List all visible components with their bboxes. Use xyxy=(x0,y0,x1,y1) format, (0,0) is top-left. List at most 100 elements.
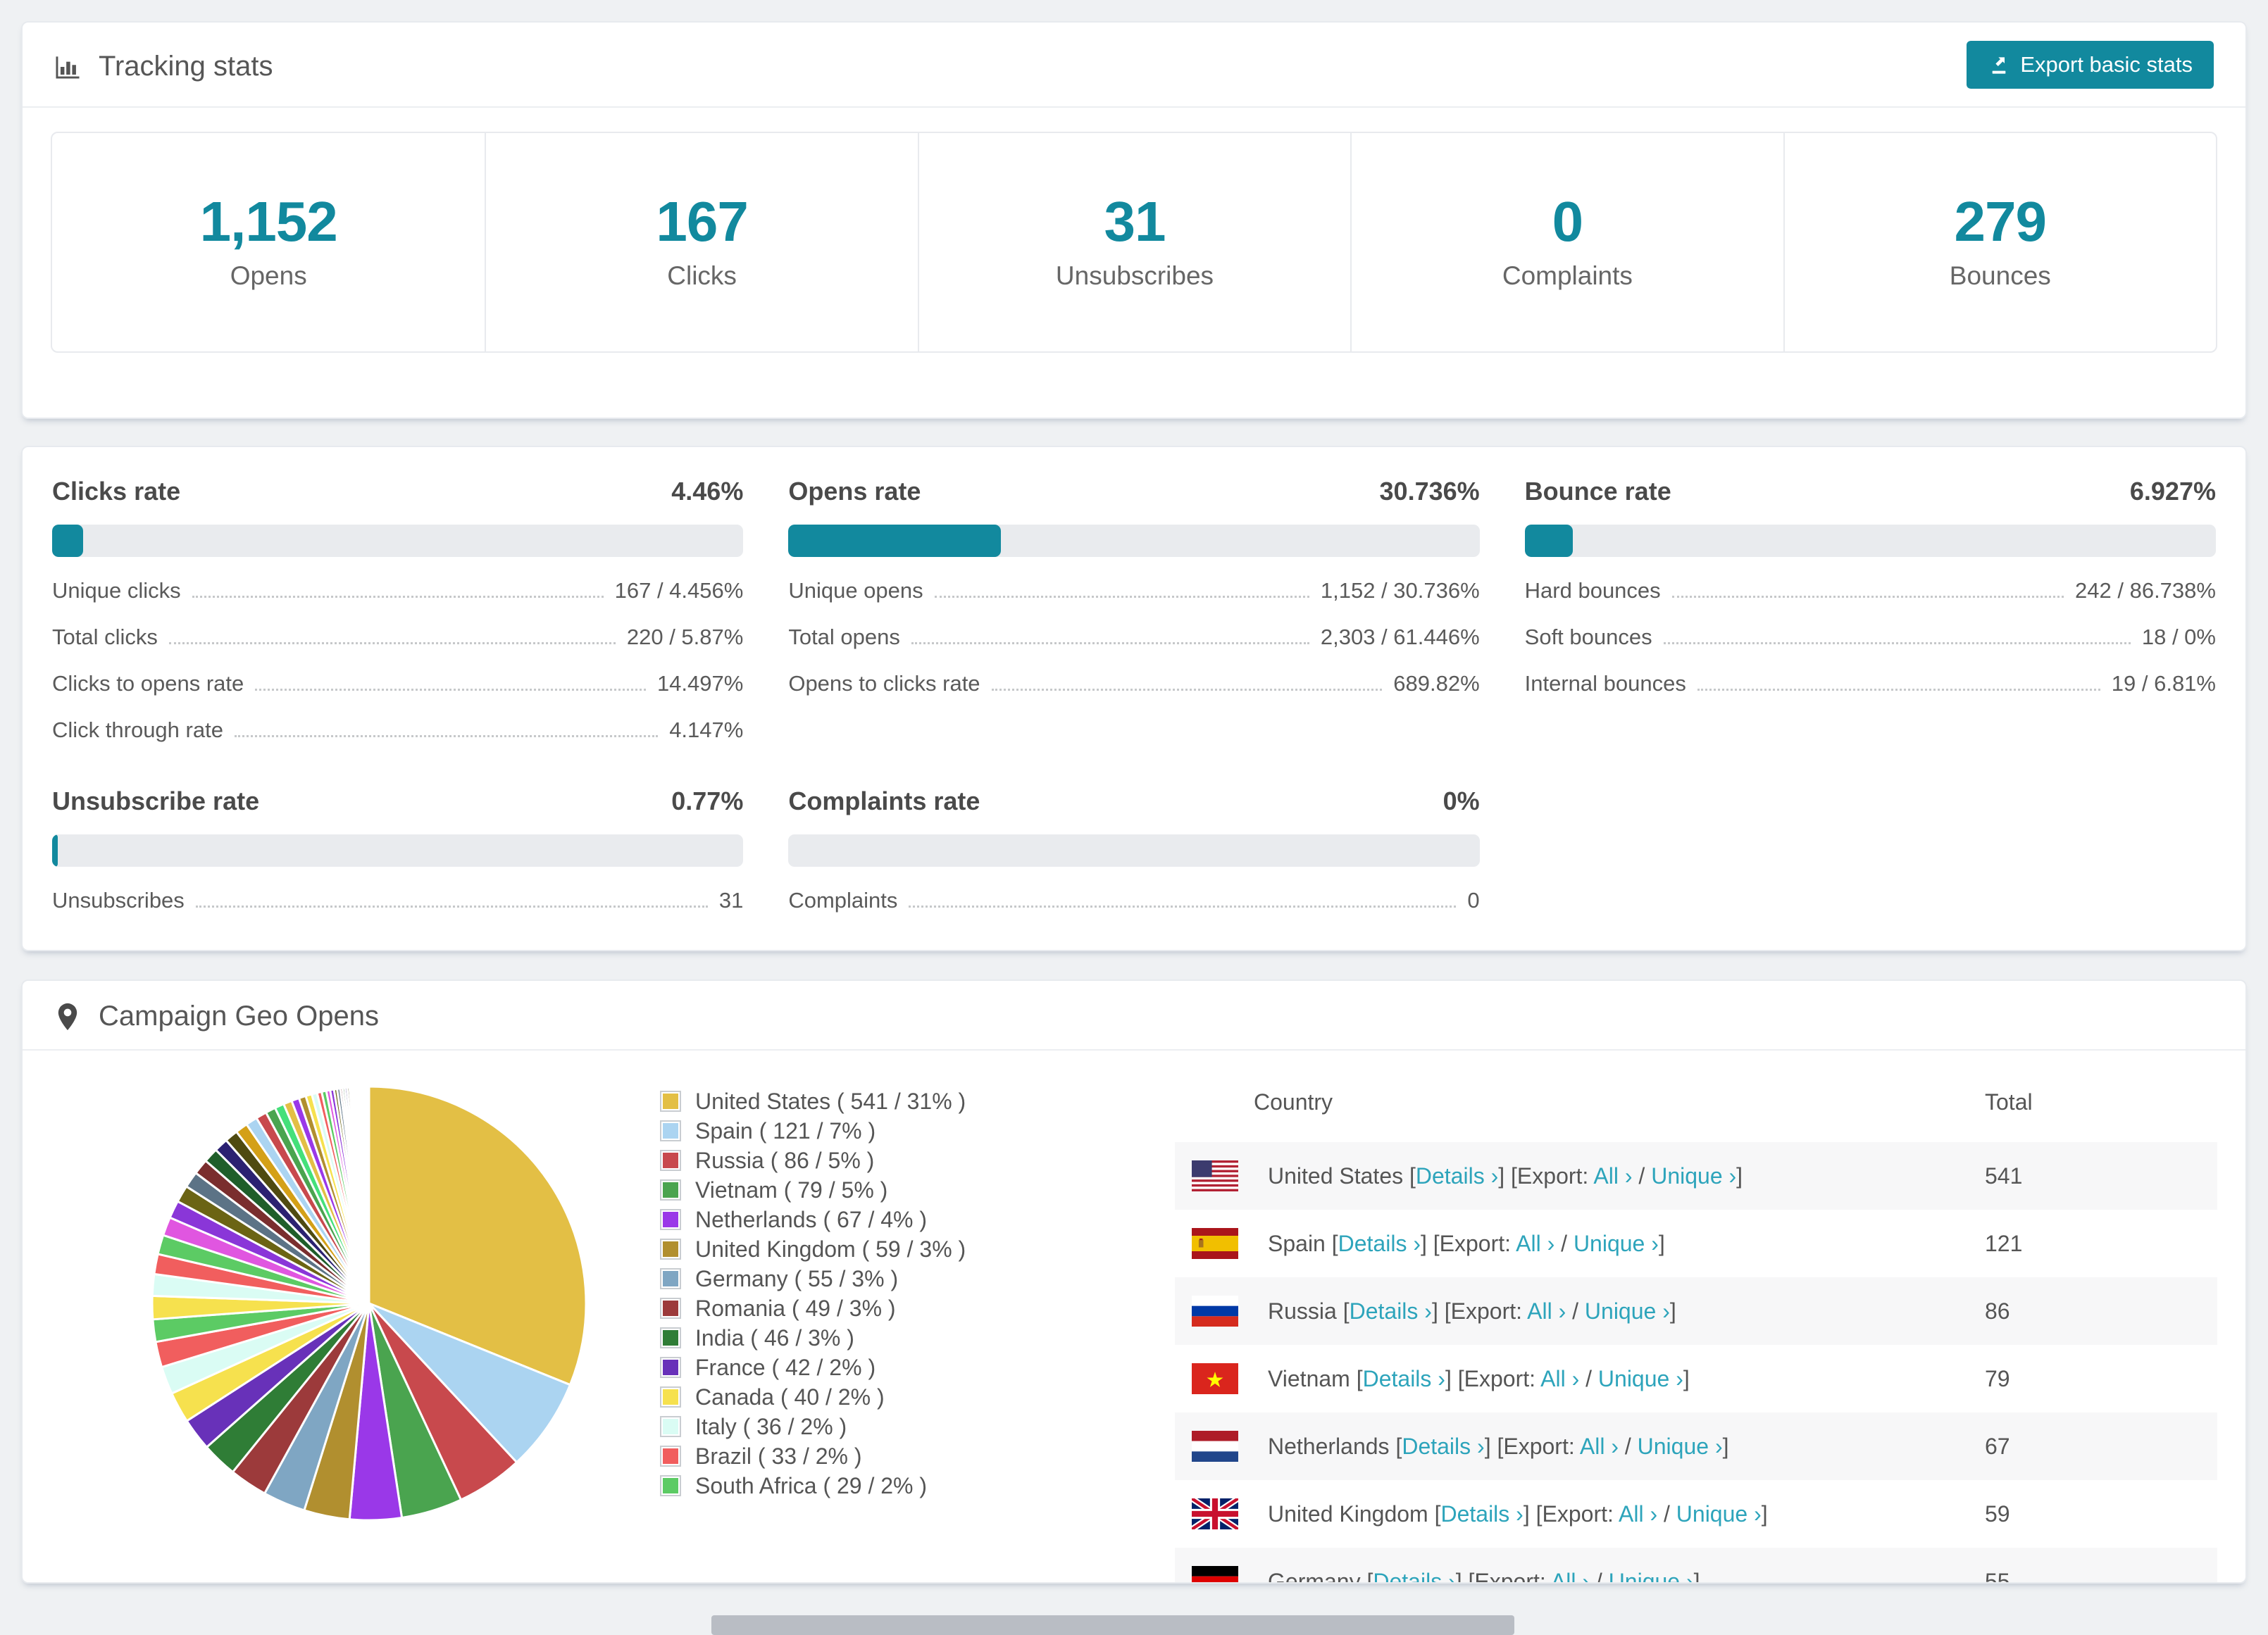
slash-separator: / xyxy=(1632,1163,1652,1189)
dotted-leader xyxy=(934,596,1309,598)
bracket: ] xyxy=(1669,1298,1676,1324)
summary-value: 167 xyxy=(656,190,748,253)
stat-value: 0 xyxy=(1467,888,1480,913)
total-value: 121 xyxy=(1985,1230,2023,1256)
slash-separator: / xyxy=(1590,1568,1609,1584)
legend-item: India ( 46 / 3% ) xyxy=(660,1323,966,1353)
geo-table: Country Total United States [Details ›] … xyxy=(1175,1060,2217,1584)
progress-bar xyxy=(1524,525,2216,557)
stat-label: Hard bounces xyxy=(1524,578,1661,603)
export-unique-link[interactable]: Unique › xyxy=(1651,1163,1736,1189)
rate-block: Clicks rate 4.46% Unique clicks 167 / 4.456… xyxy=(52,477,744,743)
legend-label: Italy ( 36 / 2% ) xyxy=(695,1413,847,1439)
legend-item: Netherlands ( 67 / 4% ) xyxy=(660,1205,966,1234)
horizontal-scrollbar[interactable] xyxy=(711,1615,1514,1635)
legend-swatch xyxy=(660,1298,681,1319)
export-all-link[interactable]: All › xyxy=(1540,1366,1579,1391)
bracket: ] xyxy=(1431,1298,1445,1324)
legend-label: Vietnam ( 79 / 5% ) xyxy=(695,1177,888,1203)
column-header-total: Total xyxy=(1985,1089,2033,1115)
rate-title: Unsubscribe rate xyxy=(52,787,260,815)
export-unique-link[interactable]: Unique › xyxy=(1574,1231,1659,1256)
details-link[interactable]: Details › xyxy=(1338,1231,1421,1256)
details-link[interactable]: Details › xyxy=(1440,1501,1523,1527)
export-basic-stats-button[interactable]: Export basic stats xyxy=(1967,40,2214,89)
progress-bar xyxy=(52,834,744,867)
legend-swatch xyxy=(660,1179,681,1201)
rate-percent: 0.77% xyxy=(671,787,744,815)
country-cell: Germany [Details ›] [Export: All › / Uni… xyxy=(1268,1568,1700,1584)
rate-block: Opens rate 30.736% Unique opens 1,152 / 30.… xyxy=(788,477,1480,743)
dotted-leader xyxy=(1671,596,2064,598)
bracket: ] xyxy=(1484,1433,1497,1459)
rate-block: Unsubscribe rate 0.77% Unsubscribes 31 xyxy=(52,787,744,913)
legend-swatch xyxy=(660,1150,681,1171)
summary-label: Opens xyxy=(230,261,307,290)
rate-stat-row: Internal bounces 19 / 6.81% xyxy=(1525,671,2216,696)
bracket: ] xyxy=(1420,1230,1433,1256)
export-all-link[interactable]: All › xyxy=(1551,1569,1590,1583)
details-link[interactable]: Details › xyxy=(1373,1569,1455,1583)
total-value: 79 xyxy=(1985,1365,2010,1391)
export-unique-link[interactable]: Unique › xyxy=(1585,1298,1670,1324)
export-button-label: Export basic stats xyxy=(2020,51,2193,77)
rate-stat-row: Hard bounces 242 / 86.738% xyxy=(1525,578,2216,603)
bracket: ] xyxy=(1658,1230,1665,1256)
slash-separator: / xyxy=(1618,1433,1638,1459)
stat-value: 31 xyxy=(718,888,744,913)
stat-value: 4.147% xyxy=(669,718,744,742)
country-cell: United States [Details ›] [Export: All ›… xyxy=(1268,1163,1743,1189)
rate-percent: 30.736% xyxy=(1379,477,1480,506)
details-link[interactable]: Details › xyxy=(1402,1434,1484,1459)
export-all-link[interactable]: All › xyxy=(1619,1501,1657,1527)
country-flag-icon xyxy=(1192,1566,1238,1582)
rate-title: Clicks rate xyxy=(52,477,181,506)
rate-stat-row: Unsubscribes 31 xyxy=(52,888,743,913)
legend-item: Italy ( 36 / 2% ) xyxy=(660,1412,966,1441)
export-all-link[interactable]: All › xyxy=(1593,1163,1632,1189)
export-all-link[interactable]: All › xyxy=(1527,1298,1566,1324)
export-unique-link[interactable]: Unique › xyxy=(1676,1501,1762,1527)
summary-label: Complaints xyxy=(1502,261,1633,290)
campaign-geo-opens-card: Campaign Geo Opens United States ( 541 /… xyxy=(21,979,2247,1584)
bracket: [ xyxy=(1331,1230,1338,1256)
country-name: Spain xyxy=(1268,1230,1332,1256)
rate-percent: 0% xyxy=(1443,787,1480,815)
rate-title: Opens rate xyxy=(788,477,921,506)
bracket: ] xyxy=(1722,1433,1729,1459)
country-name: Germany xyxy=(1268,1568,1367,1584)
country-cell: Netherlands [Details ›] [Export: All › /… xyxy=(1268,1434,1728,1460)
details-link[interactable]: Details › xyxy=(1363,1366,1445,1391)
export-unique-link[interactable]: Unique › xyxy=(1638,1434,1723,1459)
country-cell: Spain [Details ›] [Export: All › / Uniqu… xyxy=(1268,1231,1665,1257)
summary-value: 279 xyxy=(1954,190,2047,253)
rate-stat-row: Clicks to opens rate 14.497% xyxy=(52,671,743,696)
dotted-leader xyxy=(1663,642,2131,644)
legend-swatch xyxy=(660,1416,681,1437)
summary-value: 0 xyxy=(1552,190,1584,253)
export-all-link[interactable]: All › xyxy=(1516,1231,1554,1256)
progress-bar xyxy=(788,834,1480,867)
page-title: Tracking stats xyxy=(99,51,273,82)
export-unique-link[interactable]: Unique › xyxy=(1598,1366,1683,1391)
export-label: [Export: xyxy=(1497,1433,1580,1459)
export-unique-link[interactable]: Unique › xyxy=(1609,1569,1694,1583)
stat-label: Opens to clicks rate xyxy=(788,671,980,696)
table-row: United Kingdom [Details ›] [Export: All … xyxy=(1175,1480,2217,1548)
legend-swatch xyxy=(660,1327,681,1348)
bracket: [ xyxy=(1356,1365,1363,1391)
details-link[interactable]: Details › xyxy=(1416,1163,1498,1189)
stat-label: Complaints xyxy=(788,888,898,913)
export-icon xyxy=(1993,56,2006,74)
total-value: 67 xyxy=(1985,1433,2010,1459)
details-link[interactable]: Details › xyxy=(1350,1298,1432,1324)
legend-item: United States ( 541 / 31% ) xyxy=(660,1086,966,1116)
legend-label: Spain ( 121 / 7% ) xyxy=(695,1117,876,1144)
rate-stat-row: Opens to clicks rate 689.82% xyxy=(788,671,1479,696)
legend-swatch xyxy=(660,1091,681,1112)
country-name: Netherlands xyxy=(1268,1433,1396,1459)
export-all-link[interactable]: All › xyxy=(1580,1434,1619,1459)
stat-label: Unique opens xyxy=(788,578,923,603)
legend-swatch xyxy=(660,1386,681,1408)
export-label: [Export: xyxy=(1511,1163,1594,1189)
